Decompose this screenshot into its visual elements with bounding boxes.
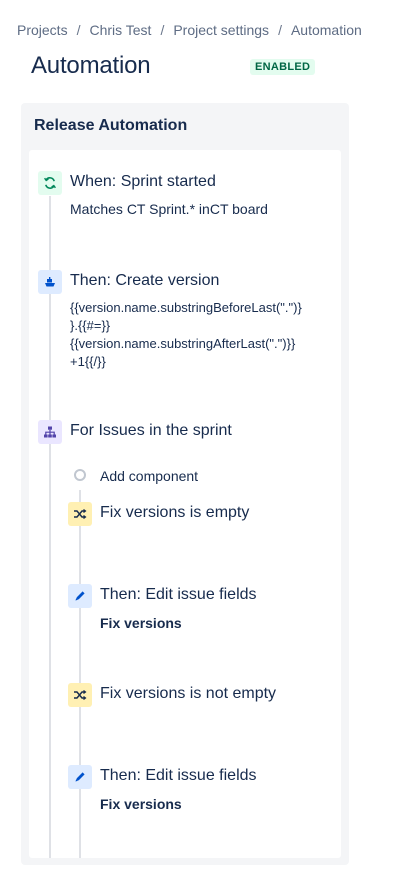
rule-flow: When: Sprint started Matches CT Sprint.*…: [29, 150, 341, 858]
breadcrumb-chris-test[interactable]: Chris Test: [89, 22, 151, 38]
pencil-icon: [68, 584, 92, 608]
ship-icon: [38, 270, 62, 294]
smart-value-line: }.{{#=}}: [70, 318, 111, 333]
refresh-icon: [38, 171, 62, 195]
status-badge: ENABLED: [250, 59, 316, 75]
trigger-detail-in: in: [198, 201, 210, 217]
smart-value-line: {{version.name.substringAfterLast(".")}}: [70, 336, 296, 351]
edit-issue-field: Fix versions: [100, 615, 182, 631]
rule-panel: Release Automation When: Sprint started …: [21, 103, 349, 865]
hierarchy-icon: [38, 420, 62, 444]
condition-title: Fix versions is not empty: [100, 685, 277, 702]
breadcrumb: Projects / Chris Test / Project settings / Aut…: [17, 22, 362, 38]
breadcrumb-project-settings[interactable]: Project settings: [173, 22, 269, 38]
breadcrumb-projects[interactable]: Projects: [17, 22, 68, 38]
breadcrumb-separator: /: [160, 22, 165, 38]
smart-value-line: {{version.name.substringBeforeLast(".")}: [70, 300, 302, 315]
trigger-sprint-pattern: CT Sprint.*: [126, 201, 196, 217]
edit-issue-title: Then: Edit issue fields: [100, 586, 257, 603]
edit-issue-field: Fix versions: [100, 796, 182, 812]
trigger-detail: Matches CT Sprint.* inCT board: [70, 200, 268, 218]
edit-issue-title: Then: Edit issue fields: [100, 767, 257, 784]
condition-title: Fix versions is empty: [100, 504, 250, 521]
shuffle-icon: [68, 502, 92, 526]
create-version-smart-value: {{version.name.substringBeforeLast(".")}…: [70, 299, 302, 371]
trigger-detail-prefix: Matches: [70, 201, 123, 217]
branch-connector-line: [79, 490, 81, 858]
breadcrumb-separator: /: [278, 22, 282, 38]
create-version-title: Then: Create version: [70, 272, 220, 289]
flow-connector-line: [49, 196, 51, 858]
trigger-board: CT board: [209, 201, 268, 217]
branch-title: For Issues in the sprint: [70, 422, 232, 439]
add-component-circle-icon: [74, 469, 86, 481]
shuffle-icon: [68, 683, 92, 707]
rule-name: Release Automation: [34, 117, 188, 134]
breadcrumb-automation[interactable]: Automation: [291, 22, 362, 38]
breadcrumb-separator: /: [76, 22, 81, 38]
smart-value-line: +1{{/}}: [70, 354, 106, 369]
add-component-label: Add component: [100, 468, 199, 484]
pencil-icon: [68, 765, 92, 789]
page-title: Automation: [31, 52, 151, 79]
trigger-title: When: Sprint started: [70, 173, 216, 190]
